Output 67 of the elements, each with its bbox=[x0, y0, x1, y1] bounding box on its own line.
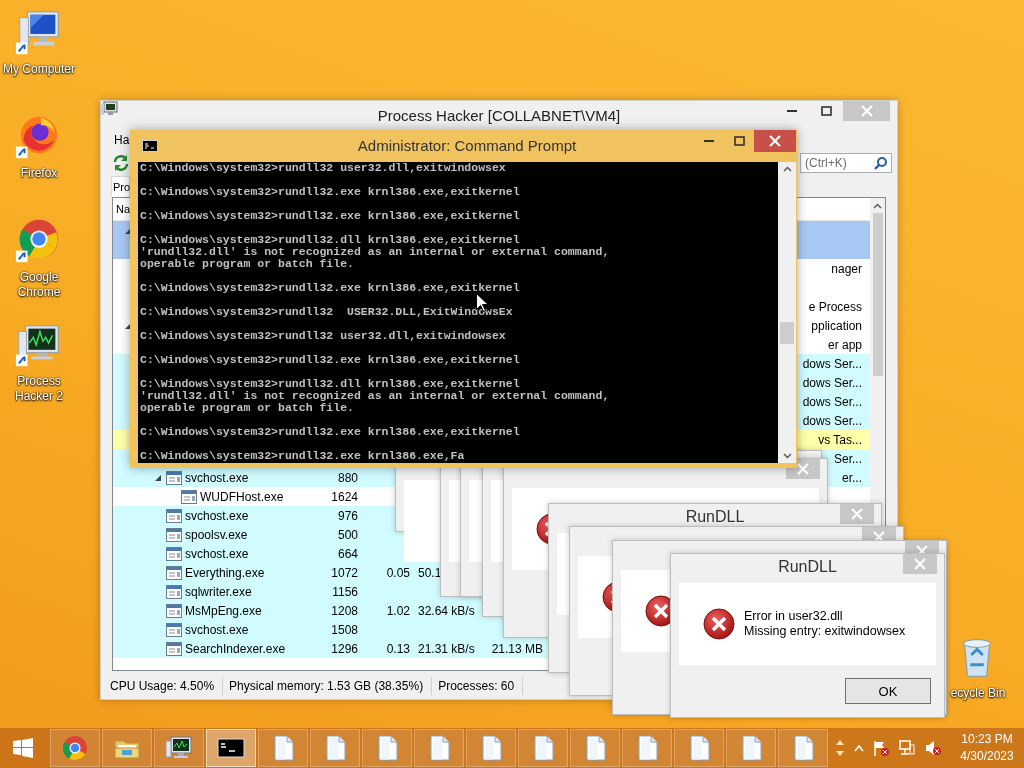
table-cell: 32.64 kB/s bbox=[418, 603, 475, 618]
table-cell: dows Ser... bbox=[802, 356, 862, 371]
table-cell: 1156 bbox=[332, 584, 358, 599]
icon-label: My Computer bbox=[3, 62, 75, 77]
console-line: C:\Windows\system32>rundll32.dll krnl386.exe,exitkernel bbox=[140, 234, 520, 246]
window-title: Process Hacker [COLLABNET\VM4] bbox=[377, 107, 621, 124]
status-text: CPU Usage: 4.50% bbox=[110, 677, 224, 695]
table-cell: 0.05 bbox=[386, 565, 410, 580]
table-cell: pplication bbox=[811, 318, 862, 333]
dialog-title: RunDLL bbox=[685, 508, 745, 526]
table-cell: 0.13 bbox=[386, 641, 410, 656]
table-cell: 976 bbox=[337, 508, 358, 523]
icon-label: Firefox bbox=[20, 166, 58, 181]
table-cell: dows Ser... bbox=[802, 375, 862, 390]
console-line: C:\Windows\system32>rundll32 user32.dll,exitwindowsex bbox=[140, 162, 506, 174]
clock-time: 10:23 PM bbox=[960, 731, 1014, 748]
console-line: 'rundll32.dll' is not recognized as an internal or external command, bbox=[140, 246, 610, 258]
process-name: SearchIndexer.exe bbox=[185, 641, 286, 656]
process-name: spoolsv.exe bbox=[185, 527, 248, 542]
console-line: C:\Windows\system32>rundll32.exe krnl386.exe,Fa bbox=[140, 450, 465, 462]
table-cell: 1296 bbox=[331, 641, 358, 656]
table-cell: 21.13 MB bbox=[491, 641, 543, 656]
process-name: sqlwriter.exe bbox=[185, 584, 252, 599]
icon-label: ecycle Bin bbox=[950, 686, 1006, 701]
dialog-title: RunDLL bbox=[778, 558, 837, 576]
table-cell: 50.1 bbox=[418, 565, 442, 580]
console-line: C:\Windows\system32>rundll32 USER32.DLL,ExitWindowsEx bbox=[140, 306, 513, 318]
table-cell: vs Tas... bbox=[818, 432, 862, 447]
process-name: svchost.exe bbox=[185, 546, 249, 561]
process-name: WUDFHost.exe bbox=[200, 489, 284, 504]
console-line: C:\Windows\system32>rundll32 user32.dll,exitwindowsex bbox=[140, 330, 506, 342]
process-name: Everything.exe bbox=[185, 565, 265, 580]
table-cell: 21.31 kB/s bbox=[418, 641, 475, 656]
table-cell: 664 bbox=[337, 546, 358, 561]
table-cell: Ser... bbox=[834, 451, 862, 466]
icon-label: Process Hacker 2 bbox=[14, 374, 64, 404]
table-cell: 500 bbox=[337, 527, 358, 542]
table-cell: 1208 bbox=[331, 603, 358, 618]
console-line: C:\Windows\system32>rundll32.exe krnl386.exe,exitkernel bbox=[140, 354, 520, 366]
console-line: operable program or batch file. bbox=[140, 402, 354, 414]
clock-date: 4/30/2023 bbox=[959, 748, 1015, 765]
process-name: svchost.exe bbox=[185, 622, 249, 637]
icon-label: Google Chrome bbox=[16, 270, 62, 300]
table-cell: nager bbox=[831, 261, 862, 276]
table-cell: 1072 bbox=[331, 565, 358, 580]
table-cell: e Process bbox=[808, 299, 862, 314]
table-cell: 1508 bbox=[331, 622, 358, 637]
console-line: C:\Windows\system32>rundll32.exe krnl386.exe,exitkernel bbox=[140, 282, 520, 294]
process-name: MsMpEng.exe bbox=[185, 603, 262, 618]
table-cell: dows Ser... bbox=[802, 413, 862, 428]
process-name: svchost.exe bbox=[185, 470, 249, 485]
table-cell: 1624 bbox=[331, 489, 358, 504]
status-text: Processes: 60 bbox=[438, 677, 524, 695]
table-cell: 1.02 bbox=[386, 603, 410, 618]
status-text: Physical memory: 1.53 GB (38.35%) bbox=[229, 677, 433, 695]
table-cell: er app bbox=[827, 337, 862, 352]
console-line: C:\Windows\system32>rundll32.exe krnl386.exe,exitkernel bbox=[140, 426, 520, 438]
console-line: C:\Windows\system32>rundll32.exe krnl386.exe,exitkernel bbox=[140, 186, 520, 198]
window-title: Administrator: Command Prompt bbox=[357, 137, 577, 154]
table-cell: dows Ser... bbox=[802, 394, 862, 409]
process-name: svchost.exe bbox=[185, 508, 249, 523]
console-line: 'rundll32.dll' is not recognized as an internal or external command, bbox=[140, 390, 610, 402]
console-line: C:\Windows\system32>rundll32.exe krnl386.exe,exitkernel bbox=[140, 210, 520, 222]
table-cell: 880 bbox=[337, 470, 358, 485]
table-cell: er... bbox=[842, 470, 862, 485]
console-line: operable program or batch file. bbox=[140, 258, 354, 270]
console-line: C:\Windows\system32>rundll32.dll krnl386.exe,exitkernel bbox=[140, 378, 520, 390]
